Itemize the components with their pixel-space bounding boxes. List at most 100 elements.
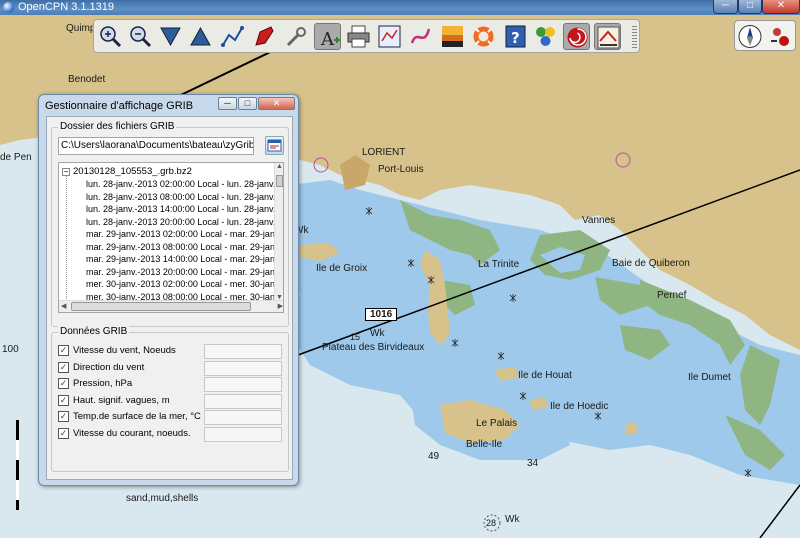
dialog-minimize-button[interactable]: ─	[218, 97, 237, 110]
tree-collapse-toggle[interactable]: −	[62, 168, 70, 176]
route-button[interactable]	[219, 23, 246, 50]
tree-item-timestamp[interactable]: mer. 30-janv.-2013 02:00:00 Local - mer.…	[86, 278, 283, 290]
current-speed-value	[204, 426, 282, 442]
scroll-up-arrow-icon[interactable]: ▲	[276, 163, 283, 170]
pressure-isobar-label: 1016	[365, 308, 398, 321]
vertical-scroll-thumb[interactable]	[276, 175, 283, 187]
close-button[interactable]: ✕	[762, 0, 800, 14]
dialog-body: Dossier des fichiers GRIB C:\Users\laora…	[46, 116, 293, 480]
place-label: Quimp	[66, 23, 96, 34]
compass-widget[interactable]	[734, 20, 796, 51]
tree-item-timestamp[interactable]: mar. 29-janv.-2013 14:00:00 Local - mar.…	[86, 253, 283, 265]
wave-height-checkbox[interactable]: ✓	[58, 394, 69, 406]
scroll-left-arrow-icon[interactable]: ◀	[61, 302, 66, 310]
pressure-row: ✓ Pression, hPa	[58, 377, 284, 392]
place-label: LORIENT	[362, 147, 406, 158]
place-label: Vannes	[582, 215, 616, 226]
depth-sounding: 34	[527, 458, 539, 469]
settings-wrench-icon	[286, 27, 306, 47]
pressure-label: Pression, hPa	[73, 378, 133, 389]
zoom-in-button[interactable]	[97, 23, 124, 50]
wind-speed-label: Vitesse du vent, Noeuds	[73, 345, 176, 356]
place-label: Port-Louis	[378, 164, 424, 175]
ais-button[interactable]	[594, 23, 621, 50]
main-toolbar: A ?	[93, 19, 640, 53]
sea-temp-row: ✓ Temp.de surface de la mer, °C	[58, 410, 284, 425]
dialog-close-button[interactable]: ✕	[258, 97, 295, 110]
scale-in-icon	[160, 27, 181, 47]
pressure-checkbox[interactable]: ✓	[58, 378, 69, 389]
scale-out-button[interactable]	[187, 23, 214, 50]
window-title: OpenCPN 3.1.1319	[18, 1, 115, 13]
current-speed-row: ✓ Vitesse du courant, noeuds.	[58, 426, 284, 442]
maximize-button[interactable]: □	[738, 0, 762, 14]
grib-dialog: Gestionnaire d'affichage GRIB ─ □ ✕ Doss…	[38, 94, 299, 486]
tree-vertical-scrollbar[interactable]: ▲ ▼	[274, 163, 283, 301]
wind-direction-label: Direction du vent	[73, 361, 145, 373]
place-label: Benodet	[68, 74, 106, 85]
horizontal-scroll-thumb[interactable]	[71, 302, 251, 311]
route-manager-icon	[378, 25, 401, 48]
minimize-button[interactable]: ─	[713, 0, 738, 14]
place-label: Belle-Ile	[466, 439, 503, 450]
text-icon: A	[320, 29, 340, 50]
grib-data-group: Données GRIB ✓ Vitesse du vent, Noeuds ✓…	[51, 326, 289, 472]
place-label: Ile de Groix	[316, 263, 368, 274]
scale-out-icon	[190, 26, 211, 46]
seabed-note: sand,mud,shells	[126, 493, 199, 504]
zoom-out-button[interactable]	[127, 23, 154, 50]
svg-text:?: ?	[511, 29, 520, 47]
place-label: Ile de Houat	[518, 370, 572, 381]
plugin-button[interactable]	[532, 23, 559, 50]
grib-file-tree[interactable]: − 20130128_105553_.grb.bz2 lun. 28-janv.…	[58, 162, 284, 313]
wave-height-row: ✓ Haut. signif. vagues, m	[58, 393, 284, 409]
tree-root-file[interactable]: 20130128_105553_.grb.bz2	[73, 166, 192, 177]
tree-item-timestamp[interactable]: lun. 28-janv.-2013 02:00:00 Local - lun.…	[86, 178, 283, 190]
opencpn-app-icon	[3, 2, 14, 13]
folder-path-field[interactable]: C:\Users\laorana\Documents\bateau\zyGrib…	[58, 137, 254, 155]
tree-item-timestamp[interactable]: mar. 29-janv.-2013 08:00:00 Local - mar.…	[86, 241, 283, 253]
settings-button[interactable]	[283, 23, 310, 50]
svg-text:A: A	[320, 29, 335, 50]
tree-item-timestamp[interactable]: lun. 28-janv.-2013 14:00:00 Local - lun.…	[86, 203, 283, 215]
scroll-right-arrow-icon[interactable]: ▶	[278, 302, 283, 310]
route-manager-button[interactable]	[376, 23, 403, 50]
help-button[interactable]: ?	[502, 23, 529, 50]
toolbar-grip[interactable]	[632, 26, 637, 48]
wind-speed-value	[204, 344, 282, 359]
print-icon	[347, 25, 370, 48]
group-title: Données GRIB	[58, 326, 130, 337]
folder-open-icon	[267, 139, 282, 152]
scale-in-button[interactable]	[157, 23, 184, 50]
current-speed-checkbox[interactable]: ✓	[58, 427, 69, 439]
tree-horizontal-scrollbar[interactable]: ◀ ▶	[59, 300, 283, 312]
dialog-maximize-button[interactable]: □	[238, 97, 257, 110]
grib-button[interactable]	[563, 23, 590, 50]
wind-speed-checkbox[interactable]: ✓	[58, 345, 69, 356]
zoom-out-icon	[130, 26, 152, 48]
help-icon: ?	[505, 25, 526, 48]
wind-direction-checkbox[interactable]: ✓	[58, 361, 69, 373]
place-label: Plateau des Birvideaux	[322, 342, 425, 353]
tree-item-timestamp[interactable]: mar. 29-janv.-2013 02:00:00 Local - mar.…	[86, 228, 283, 240]
print-button[interactable]	[345, 23, 372, 50]
place-label: de Pen	[0, 152, 32, 163]
wind-speed-row: ✓ Vitesse du vent, Noeuds	[58, 344, 284, 359]
tree-item-timestamp[interactable]: mar. 29-janv.-2013 20:00:00 Local - mar.…	[86, 266, 283, 278]
sea-temp-checkbox[interactable]: ✓	[58, 411, 69, 422]
ais-icon	[597, 26, 620, 49]
track-button[interactable]	[407, 23, 434, 50]
tree-item-timestamp[interactable]: lun. 28-janv.-2013 08:00:00 Local - lun.…	[86, 191, 283, 203]
open-folder-button[interactable]	[265, 136, 284, 155]
depth-sounding: 15	[350, 332, 361, 342]
place-label: Le Palais	[476, 418, 518, 429]
follow-boat-button[interactable]	[251, 23, 278, 50]
color-scheme-icon	[442, 26, 463, 47]
text-toggle-button[interactable]: A	[314, 23, 341, 50]
tree-item-timestamp[interactable]: lun. 28-janv.-2013 20:00:00 Local - lun.…	[86, 216, 283, 228]
color-scheme-button[interactable]	[439, 23, 466, 50]
dialog-title: Gestionnaire d'affichage GRIB	[45, 100, 194, 112]
compass-icon	[738, 25, 789, 48]
mob-button[interactable]	[470, 23, 497, 50]
wreck-label: Wk	[505, 514, 520, 525]
